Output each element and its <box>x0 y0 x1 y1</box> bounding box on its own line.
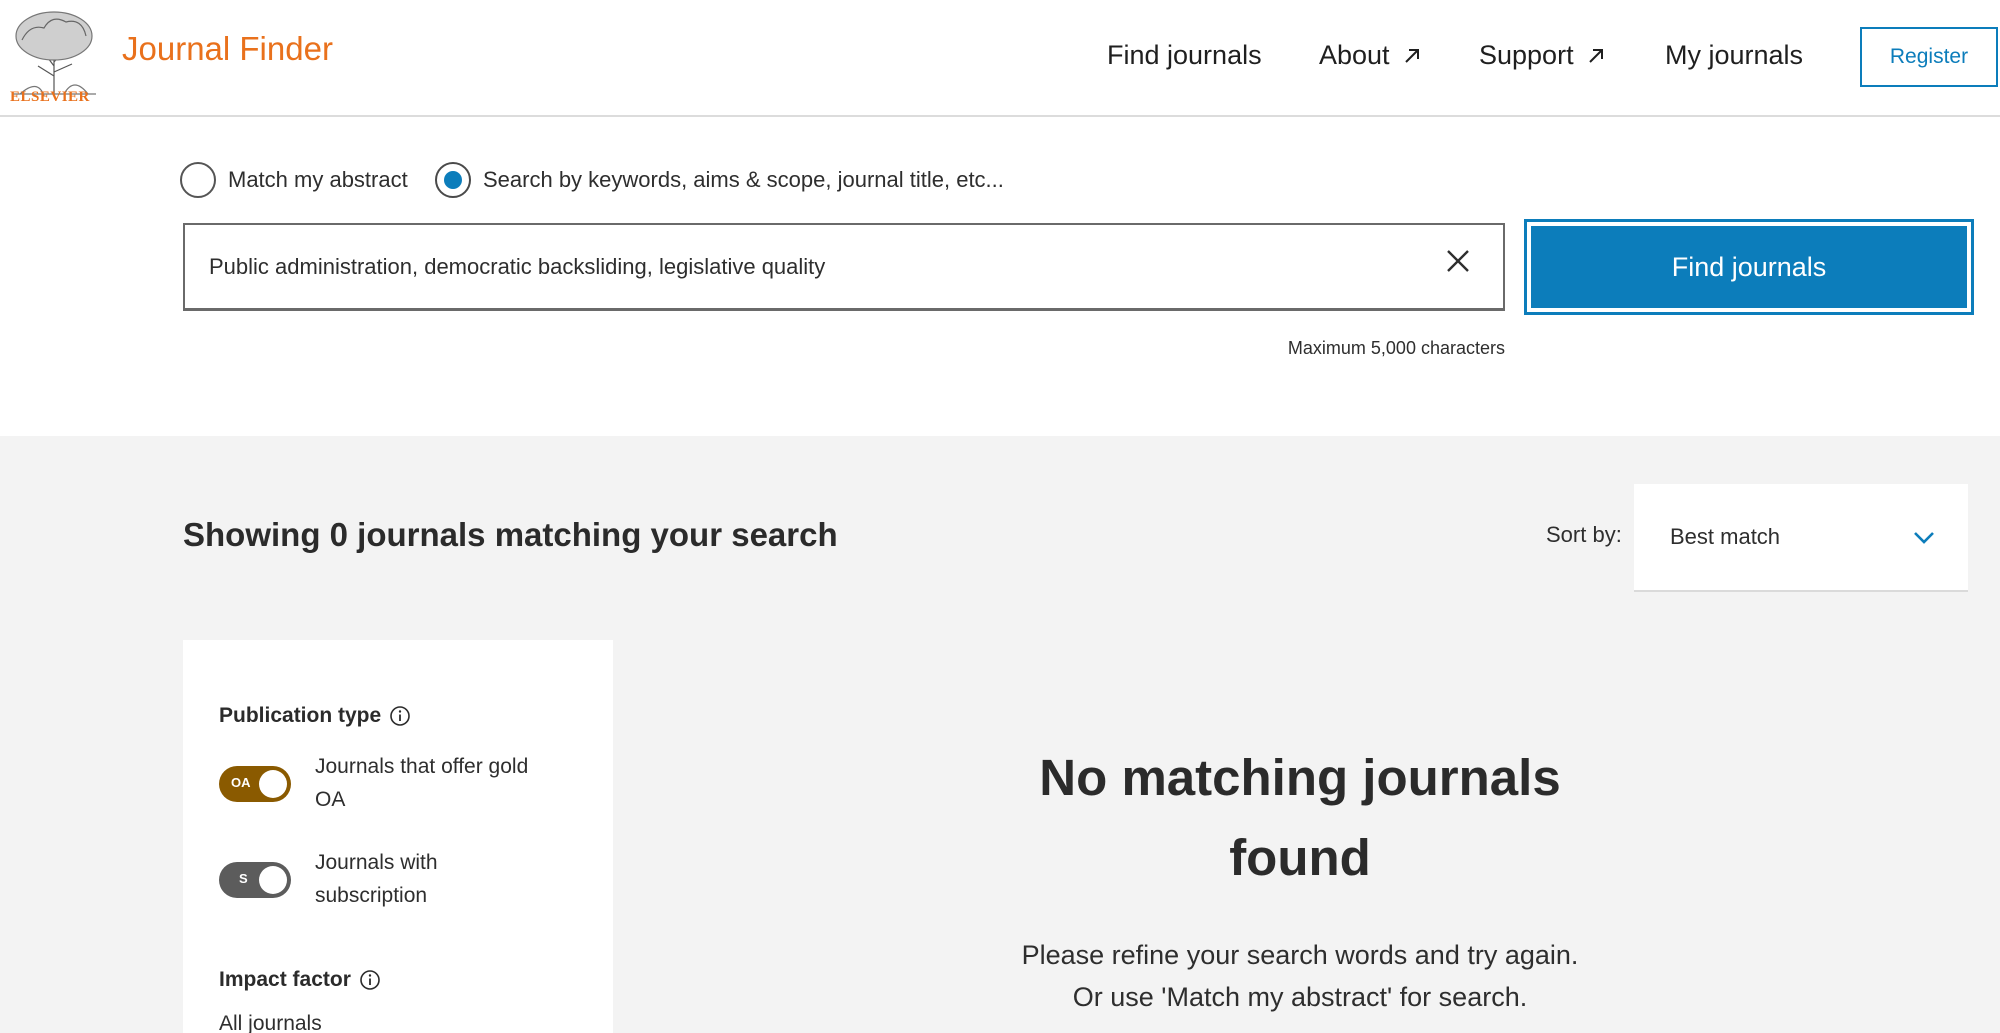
brand-title[interactable]: Journal Finder <box>122 30 333 68</box>
filters-panel: Publication type OA Journals that offer … <box>183 640 613 1033</box>
gold-oa-badge: OA <box>231 775 251 790</box>
gold-oa-label-line1: Journals that offer gold <box>315 755 529 778</box>
info-icon[interactable] <box>389 705 411 727</box>
gold-oa-label-line2: OA <box>315 788 346 811</box>
radio-search-keywords-label: Search by keywords, aims & scope, journa… <box>483 167 1004 192</box>
info-icon[interactable] <box>359 969 381 991</box>
search-mode-keywords[interactable]: Search by keywords, aims & scope, journa… <box>435 162 1004 198</box>
top-header: ELSEVIER Journal Finder Find journals Ab… <box>0 0 2000 117</box>
nav-my-journals[interactable]: My journals <box>1665 40 1803 71</box>
elsevier-wordmark: ELSEVIER <box>10 89 90 105</box>
find-journals-button[interactable]: Find journals <box>1524 219 1974 315</box>
max-characters-hint: Maximum 5,000 characters <box>1287 338 1505 358</box>
radio-match-abstract-label: Match my abstract <box>228 167 408 192</box>
subscription-badge: S <box>239 871 248 886</box>
clear-icon[interactable] <box>1445 248 1471 274</box>
gold-oa-toggle[interactable]: OA <box>219 766 291 802</box>
empty-state-title: No matching journals found <box>900 738 1700 898</box>
toggle-knob <box>259 770 287 798</box>
toggle-knob <box>259 866 287 894</box>
chevron-down-icon <box>1914 532 1934 544</box>
external-link-arrow-icon <box>1404 48 1419 63</box>
nav-my-journals-label: My journals <box>1665 40 1804 70</box>
search-input-value: Public administration, democratic backsl… <box>209 253 826 279</box>
empty-state-message: Please refine your search words and try … <box>900 934 1700 1018</box>
gold-oa-label: Journals that offer gold OA <box>315 750 585 816</box>
impact-factor-label: Impact factor <box>219 968 351 991</box>
impact-factor-heading: Impact factor <box>219 968 381 992</box>
empty-state-message-line2: Or use 'Match my abstract' for search. <box>1072 982 1528 1012</box>
radio-search-keywords[interactable] <box>435 162 471 198</box>
sort-label: Sort by: <box>1546 522 1622 547</box>
nav-find-journals[interactable]: Find journals <box>1107 40 1262 71</box>
publication-type-label: Publication type <box>219 704 382 727</box>
sort-select[interactable]: Best match <box>1634 484 1968 592</box>
nav-about-label: About <box>1319 40 1390 70</box>
find-journals-button-label: Find journals <box>1531 226 1967 308</box>
subscription-label-line2: subscription <box>315 884 428 907</box>
external-link-arrow-icon <box>1588 48 1603 63</box>
impact-factor-value: All journals <box>219 1012 322 1033</box>
results-summary: Showing 0 journals matching your search <box>183 516 838 553</box>
publication-type-heading: Publication type <box>219 704 411 728</box>
search-input[interactable]: Public administration, democratic backsl… <box>183 223 1505 311</box>
subscription-label: Journals with subscription <box>315 846 585 912</box>
sort-select-value: Best match <box>1670 524 1781 549</box>
search-mode-abstract[interactable]: Match my abstract <box>180 162 408 198</box>
nav-about[interactable]: About <box>1319 40 1422 71</box>
nav-support[interactable]: Support <box>1479 40 1606 71</box>
subscription-label-line1: Journals with <box>315 851 438 874</box>
empty-state-message-line1: Please refine your search words and try … <box>1021 940 1579 970</box>
empty-state-title-line1: No matching journals <box>1039 749 1561 806</box>
empty-state-title-line2: found <box>1229 829 1371 886</box>
register-button[interactable]: Register <box>1860 27 1998 87</box>
nav-support-label: Support <box>1479 40 1574 70</box>
subscription-toggle[interactable]: S <box>219 862 291 898</box>
nav-find-journals-label: Find journals <box>1107 40 1262 70</box>
radio-match-abstract[interactable] <box>180 162 216 198</box>
